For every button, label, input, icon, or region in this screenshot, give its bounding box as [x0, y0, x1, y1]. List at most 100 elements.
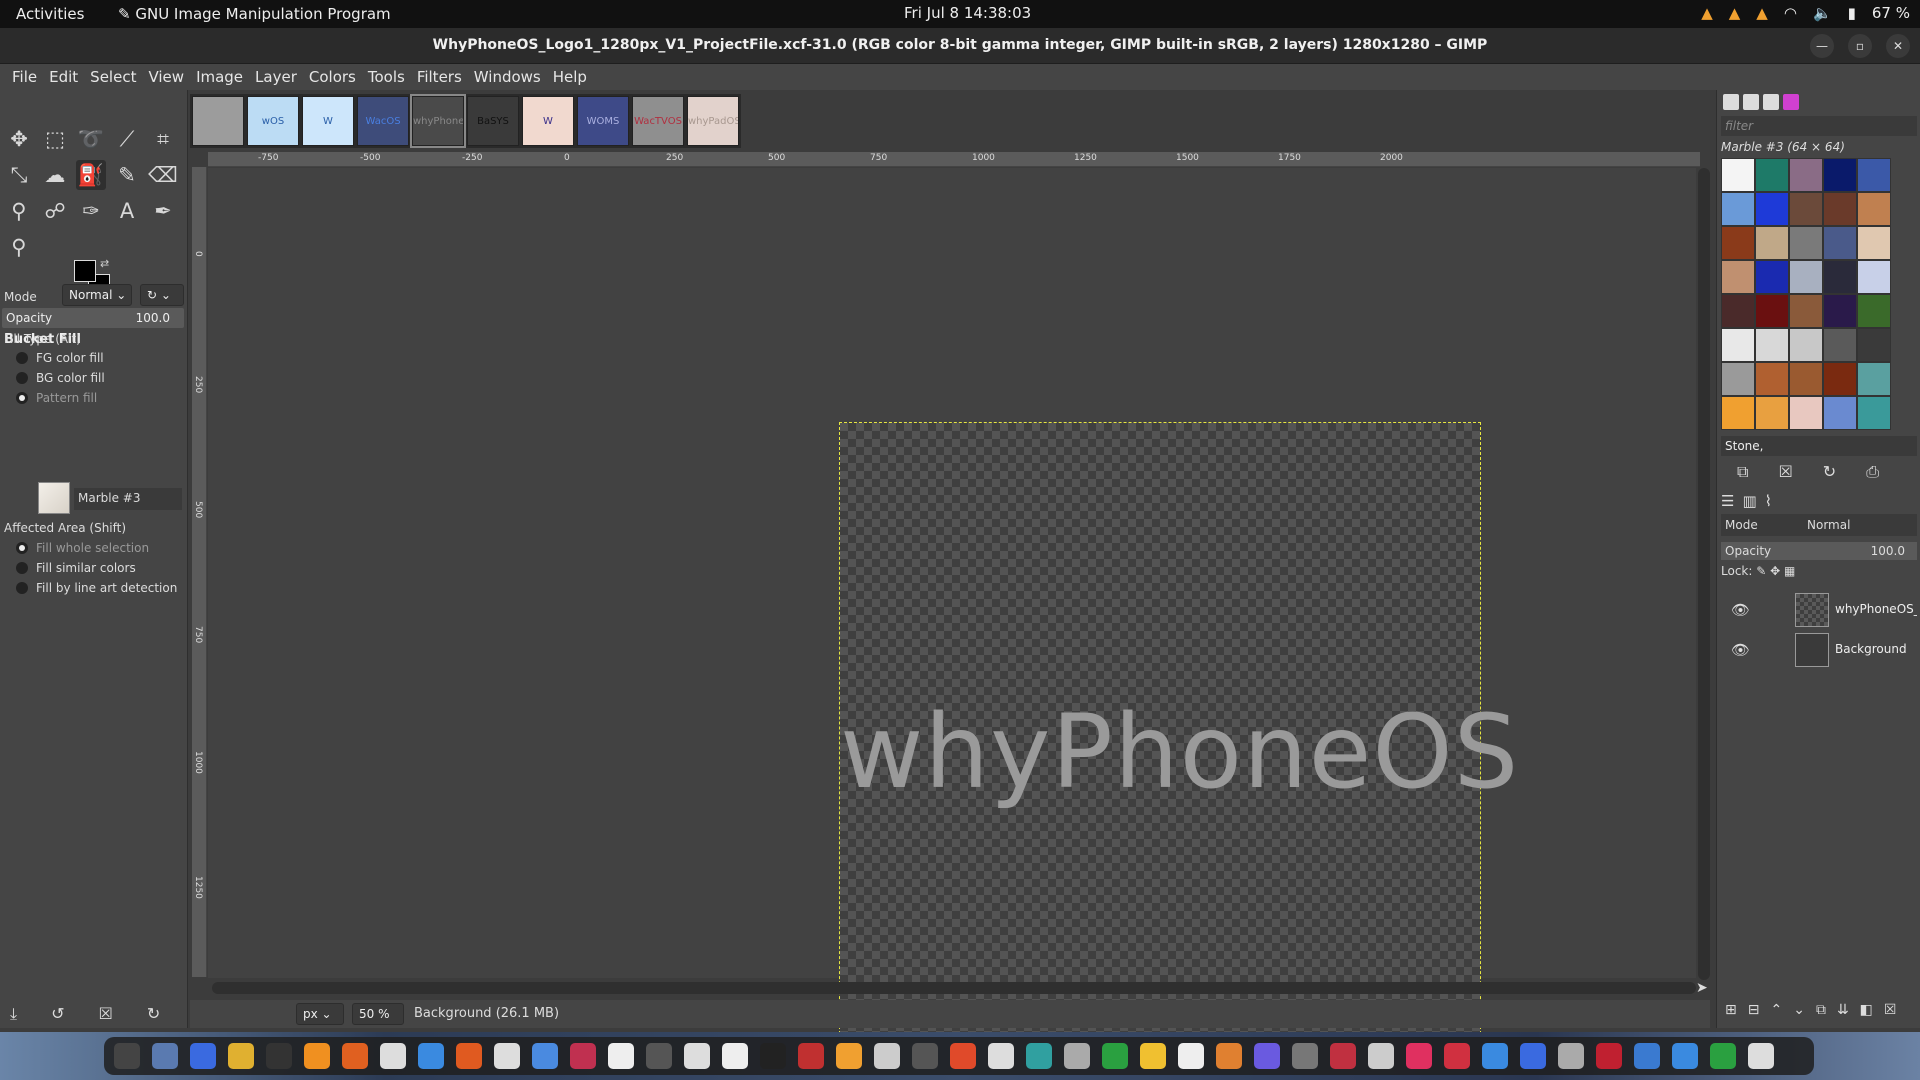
menu-colors[interactable]: Colors	[303, 64, 362, 90]
pattern-swatch[interactable]	[1789, 362, 1823, 396]
gradients-tab-icon[interactable]	[1783, 94, 1799, 110]
reset-options-icon[interactable]: ↻	[147, 1004, 160, 1024]
dock-app-icon[interactable]	[798, 1043, 824, 1069]
dock-app-icon[interactable]	[1178, 1043, 1204, 1069]
layer-row[interactable]: 👁 whyPhoneOS_	[1721, 590, 1917, 630]
dock-app-icon[interactable]	[1140, 1043, 1166, 1069]
minimize-button[interactable]: —	[1810, 34, 1834, 58]
layer-mode-select[interactable]: Mode Normal	[1721, 514, 1917, 536]
pattern-swatch[interactable]	[1755, 362, 1789, 396]
pattern-swatch[interactable]	[1789, 226, 1823, 260]
menu-edit[interactable]: Edit	[43, 64, 84, 90]
dock-app-icon[interactable]	[912, 1043, 938, 1069]
paintbrush-tool-icon[interactable]: ✎	[112, 160, 142, 190]
dock-app-icon[interactable]	[1406, 1043, 1432, 1069]
dock-app-icon[interactable]	[228, 1043, 254, 1069]
image-tab[interactable]: WacOS	[357, 96, 409, 146]
visibility-eye-icon[interactable]: 👁	[1731, 601, 1750, 619]
dock-app-icon[interactable]	[988, 1043, 1014, 1069]
horizontal-scrollbar[interactable]	[212, 982, 1696, 994]
warp-tool-icon[interactable]: ☁	[40, 160, 70, 190]
layer-row[interactable]: 👁 Background	[1721, 630, 1917, 670]
dock-app-icon[interactable]	[1672, 1043, 1698, 1069]
pattern-swatch[interactable]	[1755, 192, 1789, 226]
image-tab[interactable]: BaSYS	[467, 96, 519, 146]
pattern-swatch[interactable]	[1857, 260, 1891, 294]
transform-tool-icon[interactable]: ⤡	[4, 160, 34, 190]
affected-area-whole[interactable]: Fill whole selection	[16, 541, 149, 555]
menu-view[interactable]: View	[142, 64, 190, 90]
menu-windows[interactable]: Windows	[468, 64, 547, 90]
pattern-swatch[interactable]	[1789, 192, 1823, 226]
pattern-name[interactable]: Marble #3	[74, 488, 182, 510]
pattern-swatch[interactable]	[1721, 158, 1755, 192]
dock-app-icon[interactable]	[1216, 1043, 1242, 1069]
affected-area-lineart[interactable]: Fill by line art detection	[16, 581, 177, 595]
pattern-swatch[interactable]	[1857, 362, 1891, 396]
pattern-swatch[interactable]	[1721, 362, 1755, 396]
pattern-swatch[interactable]	[1857, 226, 1891, 260]
dock-app-icon[interactable]	[114, 1043, 140, 1069]
maximize-button[interactable]: ▫	[1848, 34, 1872, 58]
pattern-swatch[interactable]	[1755, 328, 1789, 362]
fuzzy-select-tool-icon[interactable]: ⟋	[112, 124, 142, 154]
text-tool-icon[interactable]: A	[112, 196, 142, 226]
pattern-swatch[interactable]	[1857, 294, 1891, 328]
fonts-tab-icon[interactable]	[1763, 94, 1779, 110]
pattern-swatch[interactable]	[1721, 226, 1755, 260]
dock-app-icon[interactable]	[760, 1043, 786, 1069]
pattern-swatch[interactable]	[1823, 226, 1857, 260]
dock-app-icon[interactable]	[1748, 1043, 1774, 1069]
pattern-swatch[interactable]	[1857, 158, 1891, 192]
new-group-icon[interactable]: ⊟	[1748, 1002, 1760, 1018]
image-tab[interactable]: WacTVOS	[632, 96, 684, 146]
save-options-icon[interactable]: ⤓	[10, 1004, 17, 1024]
dock-app-icon[interactable]	[950, 1043, 976, 1069]
warning-icon[interactable]: ▲	[1701, 4, 1713, 22]
close-button[interactable]: ✕	[1886, 34, 1910, 58]
merge-layer-icon[interactable]: ⇊	[1837, 1002, 1849, 1018]
dock-app-icon[interactable]	[1482, 1043, 1508, 1069]
dock-app-icon[interactable]	[722, 1043, 748, 1069]
navigate-icon[interactable]: ➤	[1696, 980, 1708, 996]
dock-app-icon[interactable]	[266, 1043, 292, 1069]
image-tab[interactable]: WOMS	[577, 96, 629, 146]
duplicate-layer-icon[interactable]: ⧉	[1816, 1002, 1826, 1018]
warning-icon[interactable]: ▲	[1756, 4, 1768, 22]
app-menu[interactable]: ✎ GNU Image Manipulation Program	[118, 5, 391, 23]
pattern-filter-input[interactable]: filter	[1721, 116, 1917, 136]
image-tab[interactable]: W	[302, 96, 354, 146]
battery-icon[interactable]: ▮	[1848, 4, 1856, 22]
dock-app-icon[interactable]	[190, 1043, 216, 1069]
wifi-icon[interactable]: ◠	[1784, 4, 1797, 22]
pattern-swatch[interactable]	[1823, 294, 1857, 328]
lower-layer-icon[interactable]: ⌄	[1793, 1002, 1805, 1018]
channels-tab-icon[interactable]: ▥	[1742, 492, 1756, 510]
foreground-color[interactable]	[74, 260, 96, 282]
image-canvas[interactable]: whyPhoneOS	[839, 422, 1518, 1064]
layer-opacity-slider[interactable]: Opacity 100.0	[1721, 542, 1917, 560]
dock-app-icon[interactable]	[532, 1043, 558, 1069]
pattern-swatch[interactable]	[1857, 192, 1891, 226]
mask-layer-icon[interactable]: ◧	[1860, 1002, 1873, 1018]
opacity-slider[interactable]: Opacity 100.0	[2, 308, 184, 328]
dock-app-icon[interactable]	[684, 1043, 710, 1069]
smudge-tool-icon[interactable]: ☍	[40, 196, 70, 226]
layers-tab-icon[interactable]: ☰	[1721, 492, 1734, 510]
visibility-eye-icon[interactable]: 👁	[1731, 641, 1750, 659]
eraser-tool-icon[interactable]: ⌫	[148, 160, 178, 190]
pattern-swatch[interactable]	[1721, 294, 1755, 328]
pattern-tag-select[interactable]: Stone,	[1721, 436, 1917, 456]
dock-app-icon[interactable]	[836, 1043, 862, 1069]
canvas-area[interactable]: whyPhoneOS	[208, 168, 1696, 1064]
pattern-swatch[interactable]	[1823, 328, 1857, 362]
pattern-swatch[interactable]	[1755, 396, 1789, 430]
pattern-swatch[interactable]	[1823, 396, 1857, 430]
open-pattern-icon[interactable]: ⎙	[1866, 462, 1879, 482]
patterns-tab-icon[interactable]	[1743, 94, 1759, 110]
dock-app-icon[interactable]	[1368, 1043, 1394, 1069]
dock-app-icon[interactable]	[342, 1043, 368, 1069]
image-tab[interactable]: W	[522, 96, 574, 146]
pattern-swatch[interactable]	[1789, 260, 1823, 294]
dock-app-icon[interactable]	[1292, 1043, 1318, 1069]
